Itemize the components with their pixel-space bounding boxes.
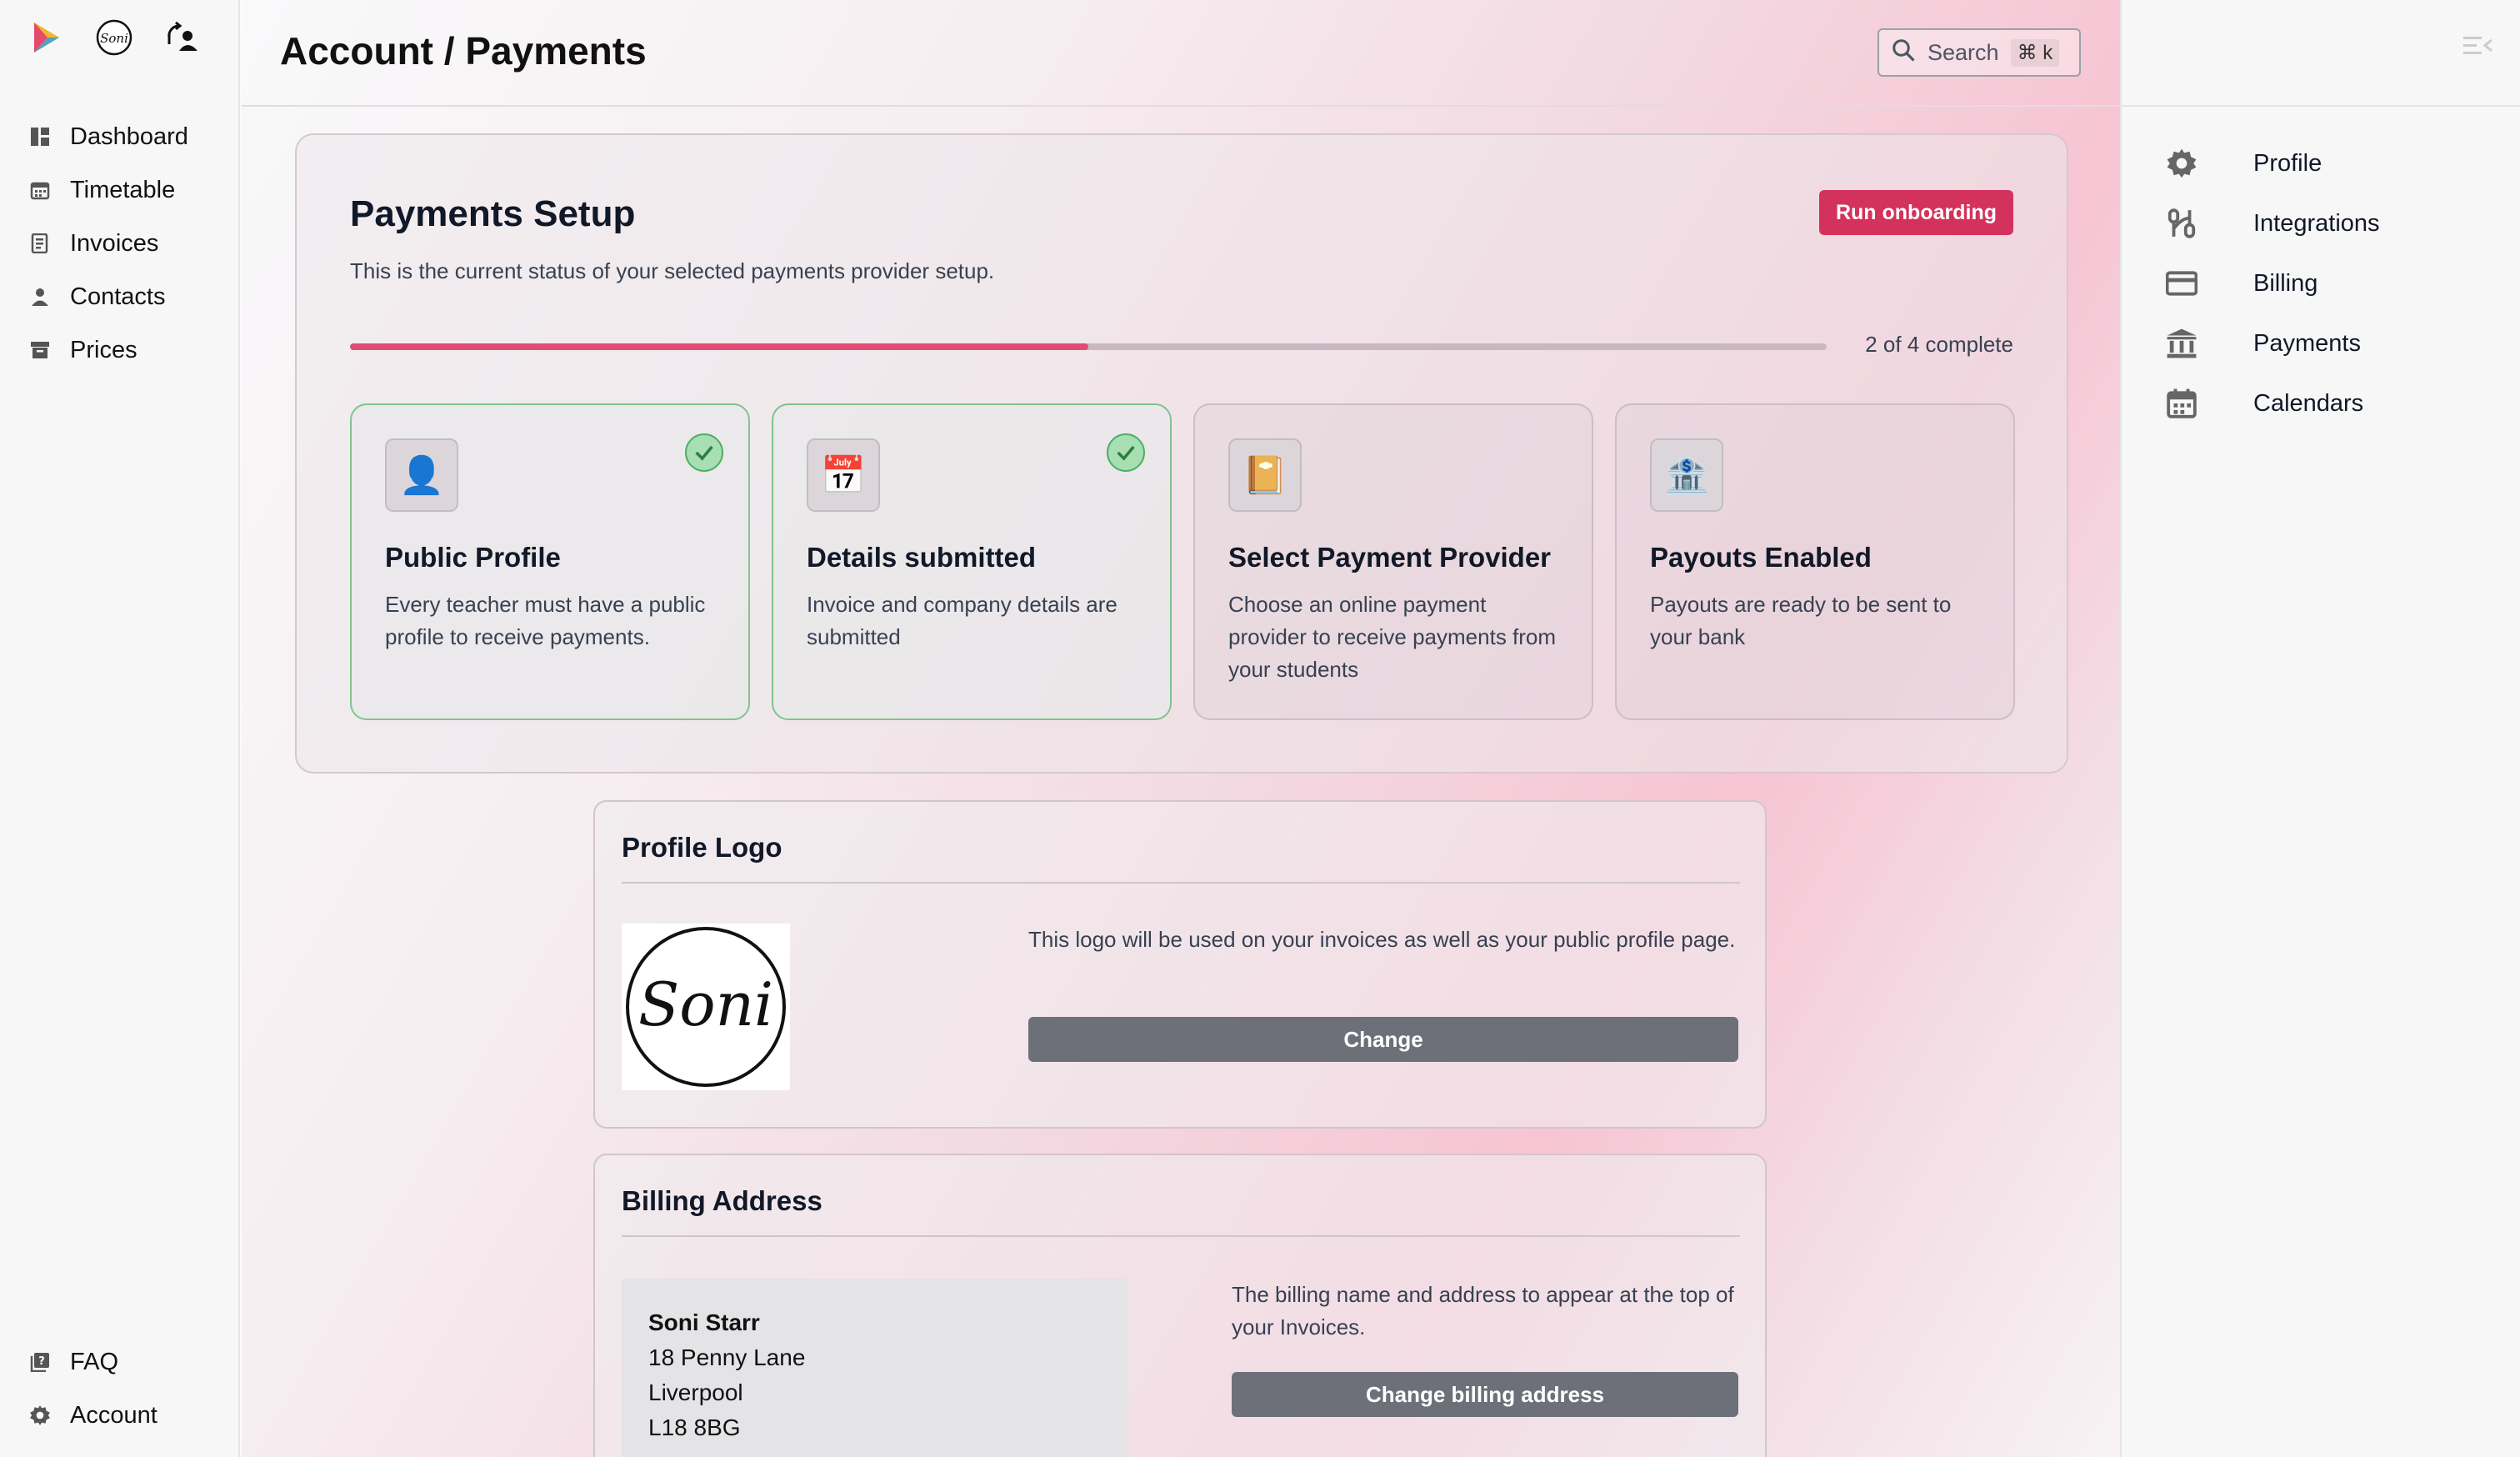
notebook-step-icon: 📔 xyxy=(1228,438,1302,512)
switch-user-icon[interactable] xyxy=(162,17,203,58)
person-icon xyxy=(28,285,52,308)
step-payouts-enabled[interactable]: 🏦 Payouts Enabled Payouts are ready to b… xyxy=(1615,403,2015,720)
check-icon xyxy=(1107,433,1145,472)
bottom-nav: ? FAQ Account xyxy=(0,1335,238,1442)
search-label: Search xyxy=(1928,39,1999,65)
settings-item-profile[interactable]: Profile xyxy=(2122,133,2520,193)
profile-logo-panel: Profile Logo Soni This logo will be used… xyxy=(593,800,1767,1129)
run-onboarding-button[interactable]: Run onboarding xyxy=(1818,190,2013,235)
billing-address-card: Soni Starr 18 Penny Lane Liverpool L18 8… xyxy=(622,1279,1128,1457)
step-title: Public Profile xyxy=(385,542,561,573)
studio-avatar-icon[interactable]: Soni xyxy=(93,17,135,58)
settings-label: Payments xyxy=(2253,329,2361,357)
settings-label: Profile xyxy=(2253,149,2322,177)
calendar-icon xyxy=(28,178,52,202)
change-billing-address-button[interactable]: Change billing address xyxy=(1232,1372,1738,1417)
divider xyxy=(622,882,1740,884)
search-shortcut: ⌘ k xyxy=(2010,38,2060,67)
payments-setup-card: Payments Setup This is the current statu… xyxy=(295,133,2068,774)
nav-item-contacts[interactable]: Contacts xyxy=(0,270,238,323)
settings-list: Profile Integrations Billing Payments Ca… xyxy=(2122,133,2520,433)
step-description: Invoice and company details are submitte… xyxy=(807,592,1118,649)
settings-item-calendars[interactable]: Calendars xyxy=(2122,373,2520,433)
calendar-icon xyxy=(2165,387,2198,420)
nav-label: Account xyxy=(70,1401,158,1429)
credit-card-icon xyxy=(2165,267,2198,300)
setup-steps: 👤 Public Profile Every teacher must have… xyxy=(350,403,2015,720)
svg-text:Soni: Soni xyxy=(100,31,128,46)
calendar-step-icon: 📅 xyxy=(807,438,880,512)
archive-icon xyxy=(28,338,52,362)
dashboard-icon xyxy=(28,125,52,148)
panel-title: Billing Address xyxy=(622,1185,822,1216)
address-line: 18 Penny Lane xyxy=(648,1344,806,1370)
integrations-icon xyxy=(2165,207,2198,240)
address-line: L18 8BG xyxy=(648,1414,741,1440)
nav-label: Contacts xyxy=(70,283,166,310)
step-title: Details submitted xyxy=(807,542,1037,573)
step-description: Every teacher must have a public profile… xyxy=(385,592,706,649)
brand-row: Soni xyxy=(25,17,203,58)
nav-item-account[interactable]: Account xyxy=(0,1389,238,1442)
nav-label: Invoices xyxy=(70,229,159,257)
settings-label: Integrations xyxy=(2253,209,2380,237)
search-icon xyxy=(1891,38,1916,68)
gear-icon xyxy=(2165,147,2198,180)
divider xyxy=(622,1235,1740,1237)
search-button[interactable]: Search ⌘ k xyxy=(1878,28,2081,77)
faq-icon: ? xyxy=(28,1350,52,1374)
setup-title: Payments Setup xyxy=(350,193,636,234)
settings-item-payments[interactable]: Payments xyxy=(2122,313,2520,373)
step-title: Select Payment Provider xyxy=(1228,542,1552,573)
svg-text:?: ? xyxy=(38,1355,45,1368)
page-title: Account / Payments xyxy=(280,29,647,73)
address-line: Liverpool xyxy=(648,1379,743,1405)
nav-label: FAQ xyxy=(70,1348,119,1375)
nav-item-invoices[interactable]: Invoices xyxy=(0,217,238,270)
settings-item-integrations[interactable]: Integrations xyxy=(2122,193,2520,253)
main-nav: Dashboard Timetable Invoices Contacts Pr… xyxy=(0,110,238,377)
invoice-icon xyxy=(28,232,52,255)
settings-item-billing[interactable]: Billing xyxy=(2122,253,2520,313)
main-content: Account / Payments Search ⌘ k Payments S… xyxy=(242,0,2120,1457)
billing-address-panel: Billing Address Soni Starr 18 Penny Lane… xyxy=(593,1154,1767,1457)
billing-description: The billing name and address to appear a… xyxy=(1232,1282,1734,1339)
change-logo-button[interactable]: Change xyxy=(1028,1017,1738,1062)
settings-label: Billing xyxy=(2253,269,2318,297)
nav-label: Timetable xyxy=(70,176,176,203)
profile-step-icon: 👤 xyxy=(385,438,458,512)
app-logo-icon[interactable] xyxy=(25,17,67,58)
sidebar: Soni Dashboard Timetable Invoices Contac… xyxy=(0,0,240,1457)
billing-name: Soni Starr xyxy=(648,1309,760,1335)
nav-item-dashboard[interactable]: Dashboard xyxy=(0,110,238,163)
nav-item-timetable[interactable]: Timetable xyxy=(0,163,238,217)
nav-item-faq[interactable]: ? FAQ xyxy=(0,1335,238,1389)
settings-panel: Profile Integrations Billing Payments Ca… xyxy=(2120,0,2520,1457)
nav-item-prices[interactable]: Prices xyxy=(0,323,238,377)
nav-label: Prices xyxy=(70,336,138,363)
step-details-submitted[interactable]: 📅 Details submitted Invoice and company … xyxy=(772,403,1172,720)
nav-label: Dashboard xyxy=(70,123,188,150)
progress-text: 2 of 4 complete xyxy=(1865,332,2013,357)
collapse-panel-icon[interactable] xyxy=(2462,33,2495,63)
top-bar: Account / Payments Search ⌘ k xyxy=(242,0,2120,107)
step-title: Payouts Enabled xyxy=(1650,542,1872,573)
panel-title: Profile Logo xyxy=(622,832,782,863)
check-icon xyxy=(685,433,723,472)
step-public-profile[interactable]: 👤 Public Profile Every teacher must have… xyxy=(350,403,750,720)
settings-label: Calendars xyxy=(2253,389,2364,417)
step-select-payment-provider[interactable]: 📔 Select Payment Provider Choose an onli… xyxy=(1193,403,1593,720)
svg-text:Soni: Soni xyxy=(638,969,773,1039)
step-description: Choose an online payment provider to rec… xyxy=(1228,592,1557,682)
logo-description: This logo will be used on your invoices … xyxy=(1028,927,1736,952)
progress-fill xyxy=(350,343,1088,350)
setup-description: This is the current status of your selec… xyxy=(350,258,995,283)
profile-logo-image: Soni xyxy=(622,924,790,1090)
gear-icon xyxy=(28,1404,52,1427)
bank-step-icon: 🏦 xyxy=(1650,438,1723,512)
settings-header xyxy=(2122,0,2520,107)
bank-icon xyxy=(2165,327,2198,360)
progress-bar xyxy=(350,343,1827,350)
step-description: Payouts are ready to be sent to your ban… xyxy=(1650,592,1952,649)
